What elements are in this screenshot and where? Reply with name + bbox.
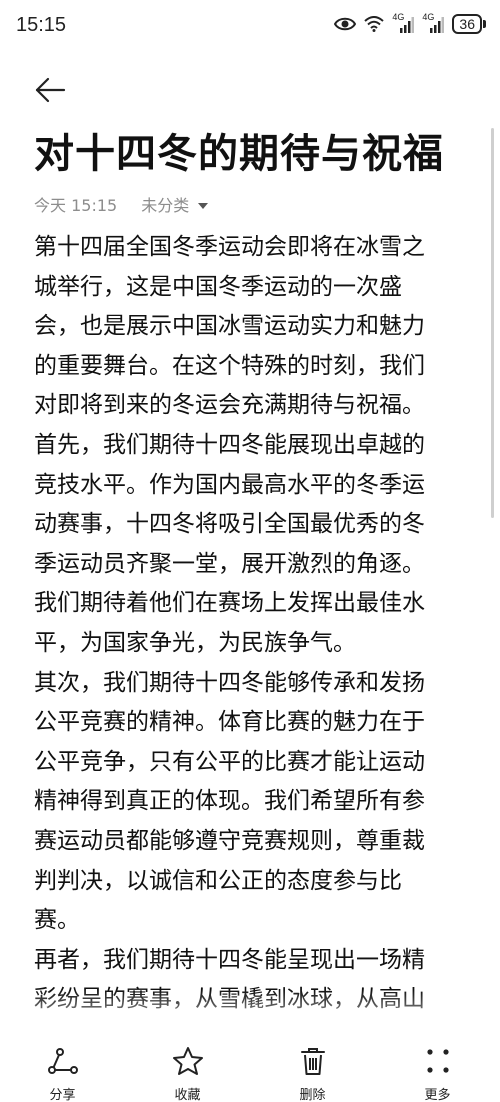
body-line: 公平竞赛的精神。体育比赛的魅力在于 [34,709,425,736]
body-line: 的重要舞台。在这个特殊的时刻，我们 [34,352,425,379]
network-type-label-2: 4G [422,12,435,22]
eye-icon [334,16,357,32]
battery-icon: 36 [452,14,486,34]
scrollbar[interactable] [491,128,494,518]
note-title[interactable]: 对十四冬的期待与祝福 [34,128,474,180]
body-line: 赛。 [34,907,80,934]
body-line: 会，也是展示中国冰雪运动实力和魅力 [34,313,425,340]
note-meta: 今天 15:15 未分类 [34,192,209,216]
content-fade [0,990,500,1040]
more-button[interactable]: 更多 [393,1036,483,1102]
body-line: 城举行，这是中国冬季运动的一次盛 [34,273,402,300]
category-dropdown[interactable]: 未分类 [141,192,209,216]
arrow-left-icon [35,77,66,103]
share-icon [47,1046,79,1080]
body-line: 我们期待着他们在赛场上发挥出最佳水 [34,590,425,617]
body-line: 对即将到来的冬运会充满期待与祝福。 [34,392,425,419]
wifi-icon [364,16,385,32]
body-line: 其次，我们期待十四冬能够传承和发扬 [34,669,425,696]
body-line: 第十四届全国冬季运动会即将在冰雪之 [34,234,425,260]
status-bar: 15:15 4G 4G 36 [0,0,500,56]
favorite-button[interactable]: 收藏 [143,1036,233,1102]
network-type-label: 4G [392,12,405,22]
delete-button[interactable]: 删除 [268,1036,358,1102]
status-icons: 4G 4G 36 [334,12,486,34]
body-line: 精神得到真正的体现。我们希望所有参 [34,788,425,815]
share-button[interactable]: 分享 [18,1036,108,1102]
status-time: 15:15 [16,14,67,36]
battery-level: 36 [452,14,482,34]
favorite-label: 收藏 [174,1088,201,1102]
back-button[interactable] [34,74,66,106]
body-line: 动赛事，十四冬将吸引全国最优秀的冬 [34,511,425,538]
more-label: 更多 [424,1088,451,1102]
body-line: 平，为国家争光，为民族争气。 [34,629,356,656]
category-label: 未分类 [141,196,190,215]
cellular-signal-icon-2: 4G [422,12,445,34]
star-icon [172,1046,204,1080]
note-body[interactable]: 第十四届全国冬季运动会即将在冰雪之 城举行，这是中国冬季运动的一次盛 会，也是展示中… [34,228,474,1048]
cellular-signal-icon: 4G [392,12,415,34]
trash-icon [297,1046,329,1080]
caret-down-icon [197,195,209,214]
body-line: 赛运动员都能够遵守竞赛规则，尊重裁 [34,827,425,854]
more-dots-icon [422,1046,454,1080]
body-line: 季运动员齐聚一堂，展开激烈的角逐。 [34,550,425,577]
delete-label: 删除 [299,1088,326,1102]
body-line: 竞技水平。作为国内最高水平的冬季运 [34,471,425,498]
body-line: 再者，我们期待十四冬能呈现出一场精 [34,946,425,973]
body-line: 首先，我们期待十四冬能展现出卓越的 [34,431,425,458]
share-label: 分享 [49,1088,76,1102]
bottom-toolbar: 分享 收藏 删除 更多 [0,1036,500,1102]
note-timestamp: 今天 15:15 [34,196,118,215]
body-line: 公平竞争，只有公平的比赛才能让运动 [34,748,425,775]
body-line: 判判决，以诚信和公正的态度参与比 [34,867,402,894]
